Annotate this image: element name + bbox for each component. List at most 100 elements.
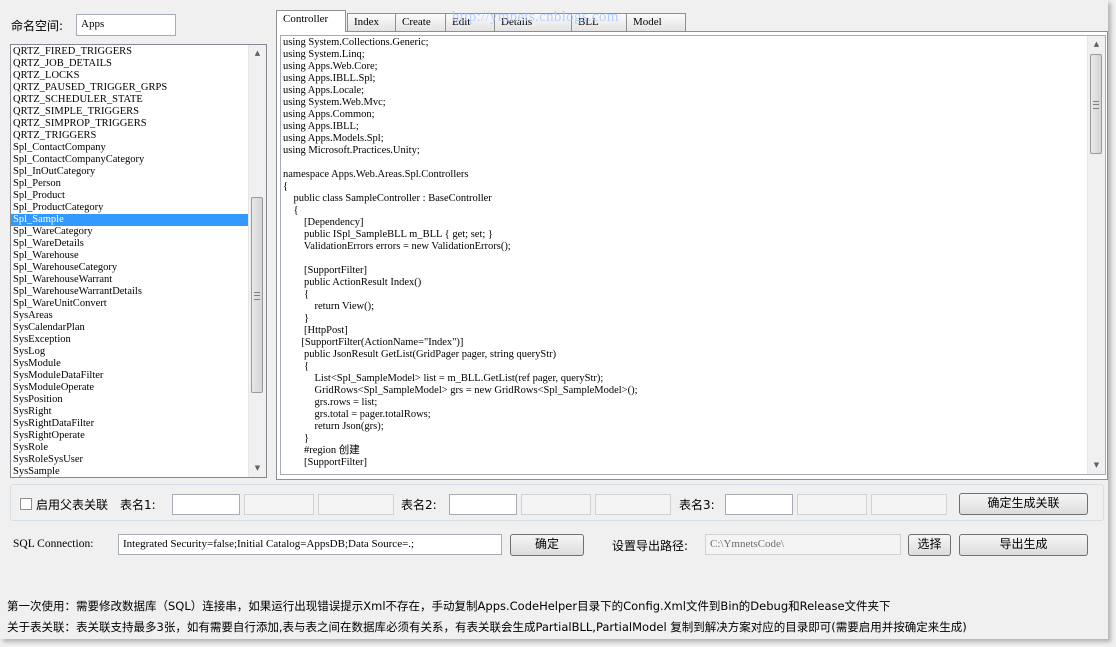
code-line: [SupportFilter] bbox=[283, 265, 367, 276]
code-generator-window: 命名空间: Apps QRTZ_FIRED_TRIGGERS QRTZ_JOB_D… bbox=[0, 0, 1108, 639]
code-line: { bbox=[283, 181, 289, 192]
table-list-item[interactable]: QRTZ_LOCKS bbox=[11, 70, 249, 82]
code-line: using Apps.Web.Core; bbox=[283, 61, 378, 72]
code-line: using System.Linq; bbox=[283, 49, 365, 60]
table-list-item[interactable]: Spl_Warehouse bbox=[11, 250, 249, 262]
table-list-item[interactable]: SysRightOperate bbox=[11, 430, 249, 442]
code-line: [Dependency] bbox=[283, 217, 364, 228]
code-line: using Apps.Locale; bbox=[283, 85, 365, 96]
table-list-item[interactable]: QRTZ_JOB_DETAILS bbox=[11, 58, 249, 70]
export-path-input[interactable]: C:\YmnetsCode\ bbox=[705, 534, 901, 555]
table1-key1-input bbox=[244, 494, 314, 515]
table-list-item[interactable]: SysCalendarPlan bbox=[11, 322, 249, 334]
code-line: using Apps.Models.Spl; bbox=[283, 133, 384, 144]
code-line: grs.rows = list; bbox=[283, 397, 378, 408]
code-line: using Apps.Common; bbox=[283, 109, 375, 120]
code-line: grs.total = pager.totalRows; bbox=[283, 409, 431, 420]
watermark: http://ymnets.cnblogs.com bbox=[452, 9, 619, 25]
code-line: public ISpl_SampleBLL m_BLL { get; set; … bbox=[283, 229, 493, 240]
enable-parent-relation-label: 启用父表关联 bbox=[36, 498, 109, 512]
table-list-scrollbar[interactable]: ▲ ▼ bbox=[248, 45, 266, 477]
table-listbox[interactable]: QRTZ_FIRED_TRIGGERS QRTZ_JOB_DETAILS QRTZ_… bbox=[10, 44, 267, 478]
table-list-item[interactable]: SysPosition bbox=[11, 394, 249, 406]
table3-label: 表名3: bbox=[679, 498, 715, 512]
table-list-item[interactable]: Spl_WareCategory bbox=[11, 226, 249, 238]
choose-path-button[interactable]: 选择 bbox=[908, 534, 951, 556]
code-line: { bbox=[283, 289, 310, 300]
tab-index[interactable]: Index bbox=[347, 13, 397, 31]
code-line: ValidationErrors errors = new Validation… bbox=[283, 241, 511, 252]
scroll-thumb[interactable] bbox=[1090, 54, 1102, 154]
code-line: using Microsoft.Practices.Unity; bbox=[283, 145, 420, 156]
code-line: } bbox=[283, 313, 310, 324]
namespace-input[interactable]: Apps bbox=[76, 14, 176, 36]
code-line: public JsonResult GetList(GridPager page… bbox=[283, 349, 557, 360]
code-line: { bbox=[283, 361, 310, 372]
table-list-item[interactable]: QRTZ_SCHEDULER_STATE bbox=[11, 94, 249, 106]
table-list-item[interactable]: SysLog bbox=[11, 346, 249, 358]
table-list-item[interactable]: SysModuleDataFilter bbox=[11, 370, 249, 382]
table-list-item[interactable]: SysRight bbox=[11, 406, 249, 418]
table2-key2-input bbox=[595, 494, 671, 515]
enable-parent-relation-checkbox[interactable] bbox=[20, 498, 32, 510]
table-list-item[interactable]: SysException bbox=[11, 334, 249, 346]
table-list-item[interactable]: QRTZ_TRIGGERS bbox=[11, 130, 249, 142]
table-list-item[interactable]: SysSample bbox=[11, 466, 249, 477]
sql-confirm-button[interactable]: 确定 bbox=[510, 534, 584, 556]
tab-controller[interactable]: Controller bbox=[276, 10, 346, 32]
table-list-items: QRTZ_FIRED_TRIGGERS QRTZ_JOB_DETAILS QRTZ_… bbox=[11, 46, 249, 477]
table-list-item[interactable]: SysRole bbox=[11, 442, 249, 454]
code-line: List<Spl_SampleModel> list = m_BLL.GetLi… bbox=[283, 373, 604, 384]
code-line: [SupportFilter(ActionName="Index")] bbox=[283, 337, 464, 348]
scroll-thumb[interactable] bbox=[251, 197, 263, 393]
table1-key2-input bbox=[318, 494, 394, 515]
table1-input[interactable] bbox=[172, 494, 240, 515]
table-list-item[interactable]: Spl_Product bbox=[11, 190, 249, 202]
table-list-item[interactable]: SysModule bbox=[11, 358, 249, 370]
code-line: using System.Collections.Generic; bbox=[283, 37, 429, 48]
code-text: using System.Collections.Generic; using S… bbox=[283, 37, 638, 469]
table-list-item[interactable]: Spl_WarehouseWarrant bbox=[11, 274, 249, 286]
code-line: } bbox=[283, 433, 310, 444]
table-list-item[interactable]: Spl_ContactCompanyCategory bbox=[11, 154, 249, 166]
table-list-item[interactable]: Spl_ProductCategory bbox=[11, 202, 249, 214]
table2-input[interactable] bbox=[449, 494, 517, 515]
table-list-item[interactable]: Spl_WareDetails bbox=[11, 238, 249, 250]
table3-input[interactable] bbox=[725, 494, 793, 515]
scroll-down-icon[interactable]: ▼ bbox=[1088, 457, 1105, 474]
table-list-item[interactable]: Spl_Sample bbox=[11, 214, 249, 226]
code-line: return Json(grs); bbox=[283, 421, 384, 432]
code-scrollbar[interactable]: ▲ ▼ bbox=[1087, 36, 1105, 474]
table-list-item[interactable]: Spl_WarehouseCategory bbox=[11, 262, 249, 274]
table-list-item[interactable]: Spl_InOutCategory bbox=[11, 166, 249, 178]
table-list-item[interactable]: SysRightDataFilter bbox=[11, 418, 249, 430]
table-list-item[interactable]: SysModuleOperate bbox=[11, 382, 249, 394]
export-generate-button[interactable]: 导出生成 bbox=[959, 534, 1088, 556]
code-line: GridRows<Spl_SampleModel> grs = new Grid… bbox=[283, 385, 638, 396]
table-list-item[interactable]: Spl_Person bbox=[11, 178, 249, 190]
table-list-item[interactable]: SysRoleSysUser bbox=[11, 454, 249, 466]
table1-label: 表名1: bbox=[120, 498, 156, 512]
table-list-item[interactable]: QRTZ_FIRED_TRIGGERS bbox=[11, 46, 249, 58]
table3-key2-input bbox=[871, 494, 947, 515]
tab-create[interactable]: Create bbox=[395, 13, 447, 31]
code-line: using System.Web.Mvc; bbox=[283, 97, 386, 108]
table-list-item[interactable]: QRTZ_SIMPROP_TRIGGERS bbox=[11, 118, 249, 130]
table-list-item[interactable]: SysAreas bbox=[11, 310, 249, 322]
code-editor[interactable]: using System.Collections.Generic; using S… bbox=[280, 35, 1106, 475]
sql-connection-label: SQL Connection: bbox=[13, 538, 94, 550]
scroll-up-icon[interactable]: ▲ bbox=[1088, 36, 1105, 53]
table-list-item[interactable]: QRTZ_PAUSED_TRIGGER_GRPS bbox=[11, 82, 249, 94]
sql-connection-input[interactable]: Integrated Security=false;Initial Catalo… bbox=[118, 534, 502, 555]
code-line: #region 创建 bbox=[283, 445, 360, 456]
scroll-up-icon[interactable]: ▲ bbox=[249, 45, 266, 62]
table-list-item[interactable]: QRTZ_SIMPLE_TRIGGERS bbox=[11, 106, 249, 118]
scroll-down-icon[interactable]: ▼ bbox=[249, 460, 266, 477]
table-list-item[interactable]: Spl_WarehouseWarrantDetails bbox=[11, 286, 249, 298]
table-list-item[interactable]: Spl_ContactCompany bbox=[11, 142, 249, 154]
code-line: public ActionResult Index() bbox=[283, 277, 422, 288]
tab-model[interactable]: Model bbox=[626, 13, 686, 31]
confirm-relation-button[interactable]: 确定生成关联 bbox=[959, 493, 1088, 515]
table-list-item[interactable]: Spl_WareUnitConvert bbox=[11, 298, 249, 310]
